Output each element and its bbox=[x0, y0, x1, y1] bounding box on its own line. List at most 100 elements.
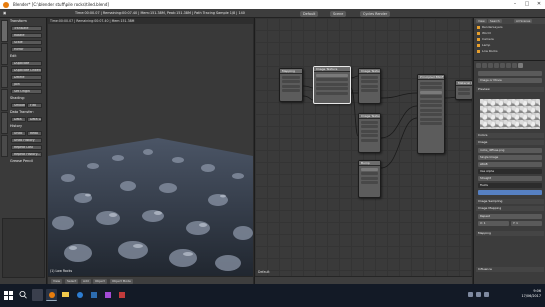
image-sampling-section[interactable]: Image Sampling bbox=[476, 199, 544, 204]
blender-menu-icon[interactable]: ▣ bbox=[3, 11, 6, 15]
language-icon[interactable] bbox=[484, 292, 489, 297]
duplicate-linked-button[interactable]: Duplicate Linked bbox=[11, 68, 42, 73]
node-mapping[interactable]: Mapping bbox=[279, 68, 303, 102]
repeat-history-button[interactable]: Repeat History... bbox=[11, 152, 42, 157]
layers-tab[interactable] bbox=[482, 63, 487, 68]
scale-button[interactable]: Scale bbox=[11, 40, 42, 45]
image-name-field[interactable]: rocks_diffuse.png bbox=[478, 148, 542, 153]
translate-button[interactable]: Translate bbox=[11, 26, 42, 31]
node-bump[interactable]: Bump bbox=[358, 160, 381, 198]
outliner-row[interactable]: RenderLayers bbox=[477, 25, 543, 30]
scene-selector[interactable]: Scene bbox=[330, 10, 347, 17]
photoshop-taskbar-icon[interactable] bbox=[88, 289, 99, 301]
tab-physics[interactable] bbox=[1, 112, 8, 134]
texture-slot-list[interactable] bbox=[478, 71, 542, 76]
data-button[interactable]: Data bbox=[11, 117, 26, 122]
redo-button[interactable]: Redo bbox=[27, 131, 42, 136]
data-layout-button[interactable]: Data Layout bbox=[27, 117, 42, 122]
repeat-x-field[interactable]: X: 1 bbox=[478, 221, 509, 226]
add-menu[interactable]: Add bbox=[81, 278, 91, 284]
layout-selector[interactable]: Default bbox=[300, 10, 319, 17]
outliner-view-menu[interactable]: View bbox=[476, 19, 487, 23]
set-origin-button[interactable]: Set Origin bbox=[11, 89, 42, 94]
search-icon[interactable] bbox=[18, 289, 28, 301]
duplicate-button[interactable]: Duplicate bbox=[11, 61, 42, 66]
3d-viewport[interactable]: Time:00:00.07 | Remaining:00:07.40 | Mem… bbox=[48, 18, 253, 284]
material-tab[interactable] bbox=[512, 63, 517, 68]
panel-history-header[interactable]: History bbox=[10, 124, 51, 129]
rotate-button[interactable]: Rotate bbox=[11, 33, 42, 38]
properties-editor[interactable]: Image or Movie Preview Colors Image rock… bbox=[473, 61, 545, 284]
scene-tab[interactable] bbox=[488, 63, 493, 68]
texture-tab[interactable] bbox=[518, 63, 523, 68]
node-principled-bsdf[interactable]: Principled BSDF bbox=[417, 74, 445, 154]
node-image-texture-2[interactable]: Image Texture bbox=[358, 68, 381, 104]
delete-button[interactable]: Delete bbox=[11, 75, 42, 80]
outliner-row[interactable]: World bbox=[477, 31, 543, 36]
image-source-dropdown[interactable]: Single Image bbox=[478, 155, 542, 160]
tab-animation[interactable] bbox=[1, 89, 8, 111]
texture-type-dropdown[interactable]: Image or Movie bbox=[478, 78, 542, 83]
select-menu[interactable]: Select bbox=[65, 278, 79, 284]
mirror-button[interactable]: Mirror bbox=[11, 47, 42, 52]
extension-dropdown[interactable]: Repeat bbox=[478, 214, 542, 219]
edge-taskbar-icon[interactable] bbox=[74, 289, 85, 301]
panel-grease-pencil-header[interactable]: Grease Pencil bbox=[10, 159, 51, 164]
task-view-icon[interactable] bbox=[32, 289, 43, 301]
close-icon[interactable]: ✕ bbox=[533, 1, 545, 8]
tab-tools[interactable] bbox=[1, 20, 8, 42]
object-menu[interactable]: Object bbox=[93, 278, 107, 284]
flat-button[interactable]: Flat bbox=[27, 103, 42, 108]
smooth-button[interactable]: Smooth bbox=[11, 103, 26, 108]
node-image-texture-1[interactable]: Image Texture bbox=[313, 66, 351, 104]
image-section[interactable]: Image bbox=[476, 140, 544, 145]
repeat-last-button[interactable]: Repeat Last bbox=[11, 145, 42, 150]
undo-button[interactable]: Undo bbox=[11, 131, 26, 136]
maximize-icon[interactable]: □ bbox=[521, 1, 533, 8]
color-space-dropdown[interactable]: sRGB bbox=[478, 162, 542, 167]
minimize-icon[interactable]: – bbox=[509, 1, 521, 8]
app-taskbar-icon[interactable] bbox=[116, 289, 127, 301]
modifiers-tab[interactable] bbox=[506, 63, 511, 68]
blender-taskbar-icon[interactable] bbox=[46, 289, 57, 301]
tab-grease-pencil[interactable] bbox=[1, 135, 8, 157]
view-menu[interactable]: View bbox=[51, 278, 63, 284]
node-editor[interactable]: Mapping Image Texture Image Texture Imag… bbox=[254, 18, 472, 284]
join-button[interactable]: Join bbox=[11, 82, 42, 87]
volume-icon[interactable] bbox=[476, 292, 481, 297]
render-tab[interactable] bbox=[476, 63, 481, 68]
mapping-section[interactable]: Mapping bbox=[476, 231, 544, 236]
panel-transform-header[interactable]: Transform bbox=[10, 19, 51, 24]
mode-selector[interactable]: Object Mode bbox=[110, 278, 133, 284]
windows-start-icon[interactable] bbox=[4, 291, 13, 300]
outliner[interactable]: View Search All Scenes RenderLayers Worl… bbox=[473, 18, 545, 61]
image-mapping-section[interactable]: Image Mapping bbox=[476, 206, 544, 211]
alpha-mode-dropdown[interactable]: Straight bbox=[478, 176, 542, 181]
colors-section[interactable]: Colors bbox=[476, 133, 544, 138]
undo-history-button[interactable]: Undo History bbox=[11, 138, 42, 143]
influence-section[interactable]: Influence bbox=[476, 267, 544, 272]
use-alpha-checkbox[interactable]: Use Alpha bbox=[478, 169, 542, 174]
network-icon[interactable] bbox=[468, 292, 473, 297]
system-clock[interactable]: 9:06 17/06/2017 bbox=[521, 289, 541, 299]
preview-section[interactable]: Preview bbox=[476, 87, 544, 92]
world-tab[interactable] bbox=[494, 63, 499, 68]
outliner-row[interactable]: Camera bbox=[477, 37, 543, 42]
tab-create[interactable] bbox=[1, 43, 8, 65]
tab-relations[interactable] bbox=[1, 66, 8, 88]
selected-option-button[interactable] bbox=[478, 190, 542, 195]
app-taskbar-icon[interactable] bbox=[102, 289, 113, 301]
outliner-search-menu[interactable]: Search bbox=[488, 19, 502, 23]
fields-checkbox[interactable]: Fields bbox=[478, 183, 542, 188]
outliner-row[interactable]: Low Rocks bbox=[477, 49, 543, 54]
panel-edit-header[interactable]: Edit bbox=[10, 54, 51, 59]
render-engine-selector[interactable]: Cycles Render bbox=[360, 10, 391, 17]
explorer-taskbar-icon[interactable] bbox=[60, 289, 71, 301]
node-image-texture-3[interactable]: Image Texture bbox=[358, 113, 381, 153]
tool-tabs bbox=[1, 20, 8, 220]
outliner-display-mode[interactable]: All Scenes bbox=[514, 19, 533, 23]
outliner-row[interactable]: Lamp bbox=[477, 43, 543, 48]
object-tab[interactable] bbox=[500, 63, 505, 68]
node-material-output[interactable]: Material Output bbox=[455, 80, 472, 100]
repeat-y-field[interactable]: Y: 1 bbox=[511, 221, 542, 226]
